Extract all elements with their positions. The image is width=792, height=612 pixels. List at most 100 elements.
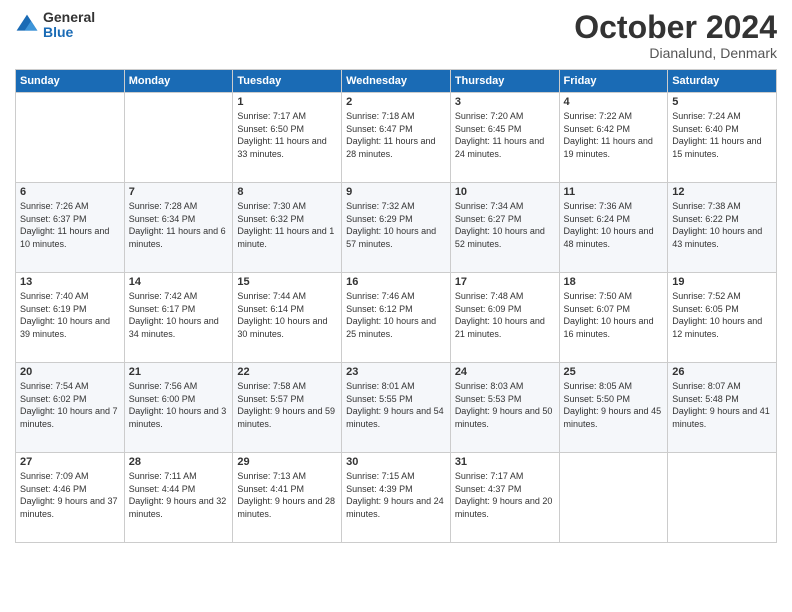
- cell-sunset: Sunset: 6:37 PM: [20, 213, 120, 226]
- cell-daylight: Daylight: 9 hours and 50 minutes.: [455, 405, 555, 430]
- cell-daylight: Daylight: 9 hours and 28 minutes.: [237, 495, 337, 520]
- cell-2-0: 13 Sunrise: 7:40 AM Sunset: 6:19 PM Dayl…: [16, 273, 125, 363]
- cell-2-2: 15 Sunrise: 7:44 AM Sunset: 6:14 PM Dayl…: [233, 273, 342, 363]
- cell-3-6: 26 Sunrise: 8:07 AM Sunset: 5:48 PM Dayl…: [668, 363, 777, 453]
- cell-daylight: Daylight: 10 hours and 30 minutes.: [237, 315, 337, 340]
- logo-icon: [15, 13, 39, 37]
- week-row-3: 13 Sunrise: 7:40 AM Sunset: 6:19 PM Dayl…: [16, 273, 777, 363]
- cell-daylight: Daylight: 9 hours and 41 minutes.: [672, 405, 772, 430]
- cell-0-4: 3 Sunrise: 7:20 AM Sunset: 6:45 PM Dayli…: [450, 93, 559, 183]
- cell-sunset: Sunset: 5:57 PM: [237, 393, 337, 406]
- cell-0-3: 2 Sunrise: 7:18 AM Sunset: 6:47 PM Dayli…: [342, 93, 451, 183]
- cell-sunset: Sunset: 6:50 PM: [237, 123, 337, 136]
- cell-3-2: 22 Sunrise: 7:58 AM Sunset: 5:57 PM Dayl…: [233, 363, 342, 453]
- cell-4-0: 27 Sunrise: 7:09 AM Sunset: 4:46 PM Dayl…: [16, 453, 125, 543]
- cell-daylight: Daylight: 10 hours and 52 minutes.: [455, 225, 555, 250]
- col-friday: Friday: [559, 70, 668, 93]
- cell-0-1: [124, 93, 233, 183]
- cell-daylight: Daylight: 9 hours and 24 minutes.: [346, 495, 446, 520]
- cell-sunset: Sunset: 6:27 PM: [455, 213, 555, 226]
- cell-sunset: Sunset: 4:41 PM: [237, 483, 337, 496]
- cell-sunrise: Sunrise: 7:54 AM: [20, 380, 120, 393]
- cell-daylight: Daylight: 10 hours and 48 minutes.: [564, 225, 664, 250]
- cell-2-1: 14 Sunrise: 7:42 AM Sunset: 6:17 PM Dayl…: [124, 273, 233, 363]
- cell-sunset: Sunset: 6:17 PM: [129, 303, 229, 316]
- cell-sunrise: Sunrise: 7:50 AM: [564, 290, 664, 303]
- col-tuesday: Tuesday: [233, 70, 342, 93]
- day-number: 1: [237, 96, 337, 108]
- cell-sunset: Sunset: 6:09 PM: [455, 303, 555, 316]
- logo-blue: Blue: [43, 24, 73, 40]
- cell-0-6: 5 Sunrise: 7:24 AM Sunset: 6:40 PM Dayli…: [668, 93, 777, 183]
- col-wednesday: Wednesday: [342, 70, 451, 93]
- day-number: 24: [455, 366, 555, 378]
- cell-sunset: Sunset: 6:32 PM: [237, 213, 337, 226]
- cell-sunrise: Sunrise: 8:05 AM: [564, 380, 664, 393]
- cell-1-1: 7 Sunrise: 7:28 AM Sunset: 6:34 PM Dayli…: [124, 183, 233, 273]
- cell-sunrise: Sunrise: 7:40 AM: [20, 290, 120, 303]
- week-row-4: 20 Sunrise: 7:54 AM Sunset: 6:02 PM Dayl…: [16, 363, 777, 453]
- cell-sunrise: Sunrise: 8:01 AM: [346, 380, 446, 393]
- logo-general: General: [43, 9, 95, 25]
- cell-daylight: Daylight: 11 hours and 24 minutes.: [455, 135, 555, 160]
- day-number: 6: [20, 186, 120, 198]
- month-title: October 2024: [574, 10, 777, 45]
- cell-sunset: Sunset: 6:40 PM: [672, 123, 772, 136]
- day-number: 29: [237, 456, 337, 468]
- day-number: 3: [455, 96, 555, 108]
- title-block: October 2024 Dianalund, Denmark: [574, 10, 777, 61]
- day-number: 21: [129, 366, 229, 378]
- cell-sunrise: Sunrise: 7:58 AM: [237, 380, 337, 393]
- cell-daylight: Daylight: 10 hours and 12 minutes.: [672, 315, 772, 340]
- week-row-1: 1 Sunrise: 7:17 AM Sunset: 6:50 PM Dayli…: [16, 93, 777, 183]
- cell-daylight: Daylight: 11 hours and 10 minutes.: [20, 225, 120, 250]
- day-number: 11: [564, 186, 664, 198]
- cell-daylight: Daylight: 11 hours and 15 minutes.: [672, 135, 772, 160]
- cell-1-0: 6 Sunrise: 7:26 AM Sunset: 6:37 PM Dayli…: [16, 183, 125, 273]
- cell-sunset: Sunset: 6:12 PM: [346, 303, 446, 316]
- cell-sunrise: Sunrise: 7:24 AM: [672, 110, 772, 123]
- cell-daylight: Daylight: 11 hours and 33 minutes.: [237, 135, 337, 160]
- cell-sunrise: Sunrise: 7:17 AM: [237, 110, 337, 123]
- cell-4-6: [668, 453, 777, 543]
- cell-sunrise: Sunrise: 7:17 AM: [455, 470, 555, 483]
- location: Dianalund, Denmark: [574, 45, 777, 61]
- cell-sunset: Sunset: 6:19 PM: [20, 303, 120, 316]
- cell-sunset: Sunset: 6:47 PM: [346, 123, 446, 136]
- cell-1-6: 12 Sunrise: 7:38 AM Sunset: 6:22 PM Dayl…: [668, 183, 777, 273]
- cell-3-1: 21 Sunrise: 7:56 AM Sunset: 6:00 PM Dayl…: [124, 363, 233, 453]
- cell-daylight: Daylight: 10 hours and 21 minutes.: [455, 315, 555, 340]
- cell-sunset: Sunset: 6:00 PM: [129, 393, 229, 406]
- cell-sunset: Sunset: 5:55 PM: [346, 393, 446, 406]
- cell-daylight: Daylight: 10 hours and 7 minutes.: [20, 405, 120, 430]
- cell-sunrise: Sunrise: 7:18 AM: [346, 110, 446, 123]
- cell-sunrise: Sunrise: 7:15 AM: [346, 470, 446, 483]
- cell-sunset: Sunset: 5:50 PM: [564, 393, 664, 406]
- cell-daylight: Daylight: 9 hours and 45 minutes.: [564, 405, 664, 430]
- cell-3-3: 23 Sunrise: 8:01 AM Sunset: 5:55 PM Dayl…: [342, 363, 451, 453]
- day-number: 13: [20, 276, 120, 288]
- day-number: 7: [129, 186, 229, 198]
- cell-4-5: [559, 453, 668, 543]
- cell-3-0: 20 Sunrise: 7:54 AM Sunset: 6:02 PM Dayl…: [16, 363, 125, 453]
- day-number: 28: [129, 456, 229, 468]
- day-number: 27: [20, 456, 120, 468]
- day-number: 4: [564, 96, 664, 108]
- day-number: 14: [129, 276, 229, 288]
- cell-daylight: Daylight: 10 hours and 34 minutes.: [129, 315, 229, 340]
- cell-sunrise: Sunrise: 8:07 AM: [672, 380, 772, 393]
- cell-sunrise: Sunrise: 7:20 AM: [455, 110, 555, 123]
- calendar-table: Sunday Monday Tuesday Wednesday Thursday…: [15, 69, 777, 543]
- cell-sunset: Sunset: 6:05 PM: [672, 303, 772, 316]
- day-number: 31: [455, 456, 555, 468]
- cell-sunset: Sunset: 4:44 PM: [129, 483, 229, 496]
- cell-sunrise: Sunrise: 7:34 AM: [455, 200, 555, 213]
- cell-1-5: 11 Sunrise: 7:36 AM Sunset: 6:24 PM Dayl…: [559, 183, 668, 273]
- cell-sunset: Sunset: 6:07 PM: [564, 303, 664, 316]
- cell-4-3: 30 Sunrise: 7:15 AM Sunset: 4:39 PM Dayl…: [342, 453, 451, 543]
- col-monday: Monday: [124, 70, 233, 93]
- cell-2-4: 17 Sunrise: 7:48 AM Sunset: 6:09 PM Dayl…: [450, 273, 559, 363]
- cell-sunrise: Sunrise: 8:03 AM: [455, 380, 555, 393]
- cell-4-4: 31 Sunrise: 7:17 AM Sunset: 4:37 PM Dayl…: [450, 453, 559, 543]
- day-number: 15: [237, 276, 337, 288]
